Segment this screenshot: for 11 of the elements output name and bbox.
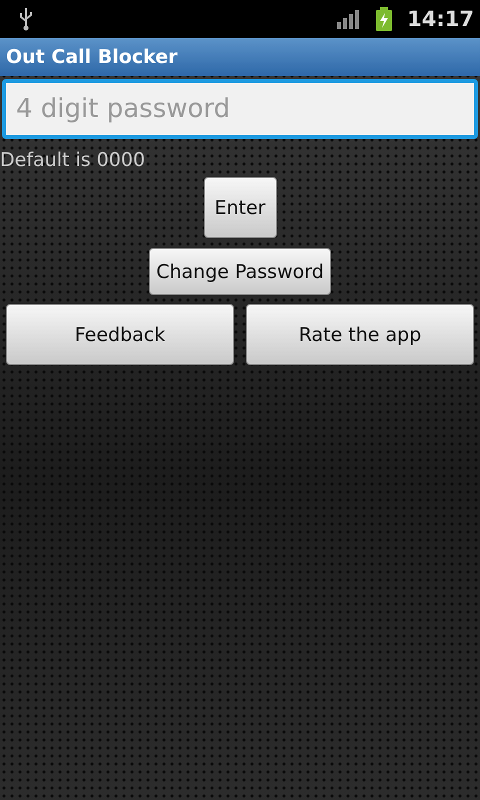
default-password-hint: Default is 0000: [0, 148, 146, 172]
signal-icon: [337, 9, 362, 29]
usb-icon: [18, 7, 34, 31]
password-field[interactable]: 4 digit password: [2, 79, 478, 139]
app-title: Out Call Blocker: [6, 46, 178, 68]
clock-time: 14:17: [407, 7, 474, 31]
action-button[interactable]: Feedback: [6, 304, 234, 365]
action-button[interactable]: Enter: [204, 177, 276, 238]
battery-icon: [375, 7, 394, 31]
action-button[interactable]: Rate the app: [246, 304, 474, 365]
action-button[interactable]: Change Password: [149, 248, 331, 295]
